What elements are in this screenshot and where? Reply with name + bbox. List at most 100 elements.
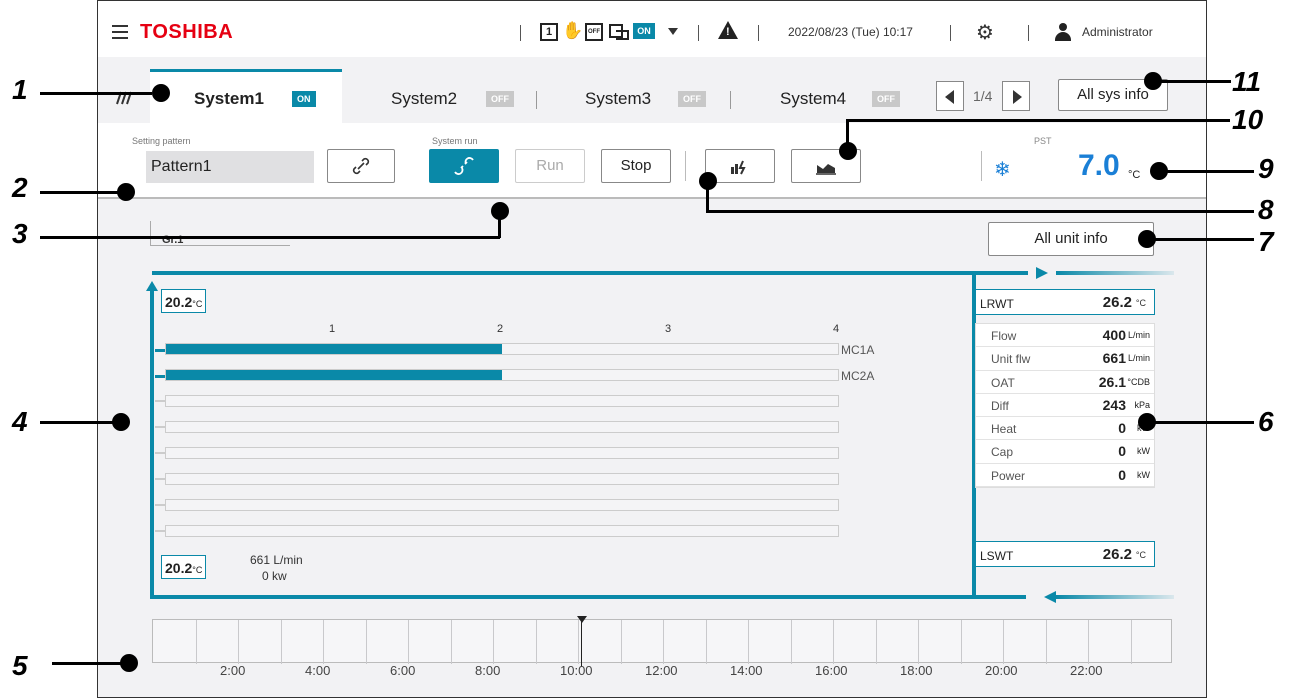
- callout-dot: [117, 183, 135, 201]
- gear-icon[interactable]: ⚙: [976, 20, 994, 45]
- timeline-gridline: [280, 620, 282, 664]
- group-bracket: [150, 221, 151, 245]
- timeline-gridline: [1003, 620, 1004, 664]
- info-value: 400: [1102, 327, 1126, 343]
- info-value: 26.1: [1098, 373, 1126, 390]
- info-unit: kW: [1137, 446, 1150, 457]
- callout-dot: [839, 142, 857, 160]
- callout-line: [846, 119, 1230, 122]
- info-row: Diff 243 kPa: [976, 394, 1154, 418]
- info-label: Cap: [991, 445, 1014, 460]
- tab-system3[interactable]: System3: [585, 89, 651, 109]
- timeline-label: 12:00: [645, 663, 678, 678]
- unit-connector: [155, 426, 165, 428]
- info-unit: °CDB: [1127, 376, 1150, 387]
- timeline-gridline: [705, 620, 707, 664]
- info-row: OAT 26.1 °CDB: [976, 371, 1154, 394]
- unit-info-table: Flow 400 L/min Unit flw 661 L/min OAT 26.1 °CD…: [975, 323, 1155, 489]
- unit-bar-fill: [166, 370, 502, 380]
- timeline-label: 10:00: [560, 663, 593, 678]
- manual-hand-icon[interactable]: ✋: [562, 21, 583, 41]
- timeline-label: 4:00: [305, 663, 331, 678]
- status-badge: OFF: [872, 91, 900, 107]
- empty-unit-bar: [165, 421, 839, 433]
- callout-dot: [699, 172, 717, 190]
- divider: [758, 25, 759, 41]
- timeline-gridline: [238, 620, 239, 664]
- info-value: 661: [1102, 350, 1126, 367]
- divider: [1028, 25, 1029, 41]
- status-badge: ON: [292, 91, 316, 107]
- axis-tick: 1: [329, 323, 336, 335]
- info-unit: kPa: [1134, 399, 1150, 410]
- callout-dot: [1150, 162, 1168, 180]
- next-page-button[interactable]: [1002, 81, 1030, 111]
- axis-tick: 2: [497, 323, 504, 335]
- info-row: Heat0kW: [976, 417, 1154, 441]
- timeline[interactable]: [152, 619, 1172, 664]
- info-label: Power: [991, 468, 1026, 483]
- callout-line: [40, 236, 500, 239]
- menu-icon[interactable]: [112, 25, 128, 39]
- divider: [520, 25, 521, 41]
- timeline-label: 16:00: [815, 663, 848, 678]
- unit-name: MC2A: [841, 369, 875, 383]
- empty-unit-bar: [165, 447, 839, 459]
- unit-bar-mc2a[interactable]: [165, 369, 839, 381]
- all-unit-info-button[interactable]: All unit info: [988, 222, 1154, 256]
- info-unit: L/min: [1127, 353, 1150, 364]
- callout-5: 5: [12, 650, 28, 681]
- info-value: 0: [1118, 420, 1126, 437]
- run-button[interactable]: Run: [515, 149, 585, 183]
- supply-temp: 20.2°C: [161, 289, 207, 313]
- callout-dot: [1144, 72, 1162, 90]
- timeline-gridline: [960, 620, 962, 664]
- callout-dot: [120, 654, 138, 672]
- callout-line: [40, 421, 116, 424]
- datetime: 2022/08/23 (Tue) 10:17: [788, 25, 913, 39]
- on-badge: ON: [633, 23, 655, 39]
- callout-6: 6: [1258, 406, 1274, 437]
- callout-line: [40, 92, 152, 95]
- unit-name: MC1A: [841, 343, 875, 357]
- page-indicator: 1/4: [973, 88, 993, 104]
- timeline-label: 20:00: [985, 663, 1018, 678]
- unit-bar-mc1a[interactable]: [165, 343, 839, 355]
- schedule-switch-icon[interactable]: [608, 22, 630, 42]
- snowflake-icon: ❄: [994, 159, 1011, 181]
- unit-connector: [155, 400, 165, 402]
- calendar-off-icon[interactable]: OFF: [585, 23, 603, 41]
- callout-11: 11: [1232, 66, 1262, 97]
- callout-4: 4: [12, 406, 28, 437]
- divider: [685, 151, 686, 181]
- divider: [730, 91, 731, 109]
- link-pattern-button[interactable]: [327, 149, 395, 183]
- callout-line: [1160, 170, 1254, 173]
- link-run-button[interactable]: [429, 149, 499, 183]
- tab-system1-label[interactable]: System1: [194, 89, 264, 109]
- callout-7: 7: [1258, 226, 1274, 257]
- mode-1-icon[interactable]: 1: [540, 23, 558, 41]
- flow-text: 661 L/min: [250, 553, 303, 567]
- app-window: TOSHIBA 1 ✋ OFF ON ! 2022/08/23 (Tue) 10…: [97, 0, 1207, 698]
- stop-button[interactable]: Stop: [601, 149, 671, 183]
- supply-temp-value: 20.2: [165, 294, 193, 310]
- caret-down-icon[interactable]: [668, 28, 678, 35]
- timeline-label: 8:00: [475, 663, 501, 678]
- info-value: 0: [1118, 443, 1126, 460]
- callout-dot: [1138, 230, 1156, 248]
- pattern-field[interactable]: Pattern1: [146, 151, 314, 183]
- callout-line: [1155, 80, 1231, 83]
- info-label: OAT: [991, 375, 1015, 390]
- timeline-gridline: [323, 620, 324, 664]
- return-pipe-in: [1056, 595, 1174, 599]
- tab-system4[interactable]: System4: [780, 89, 846, 109]
- prev-page-button[interactable]: [936, 81, 964, 111]
- setting-pattern-label: Setting pattern: [132, 136, 191, 146]
- tab-system2[interactable]: System2: [391, 89, 457, 109]
- unit-connector: [155, 530, 165, 532]
- warning-icon[interactable]: !: [718, 21, 738, 39]
- callout-line: [706, 210, 1254, 213]
- callout-dot: [1138, 413, 1156, 431]
- user-icon[interactable]: [1054, 23, 1072, 41]
